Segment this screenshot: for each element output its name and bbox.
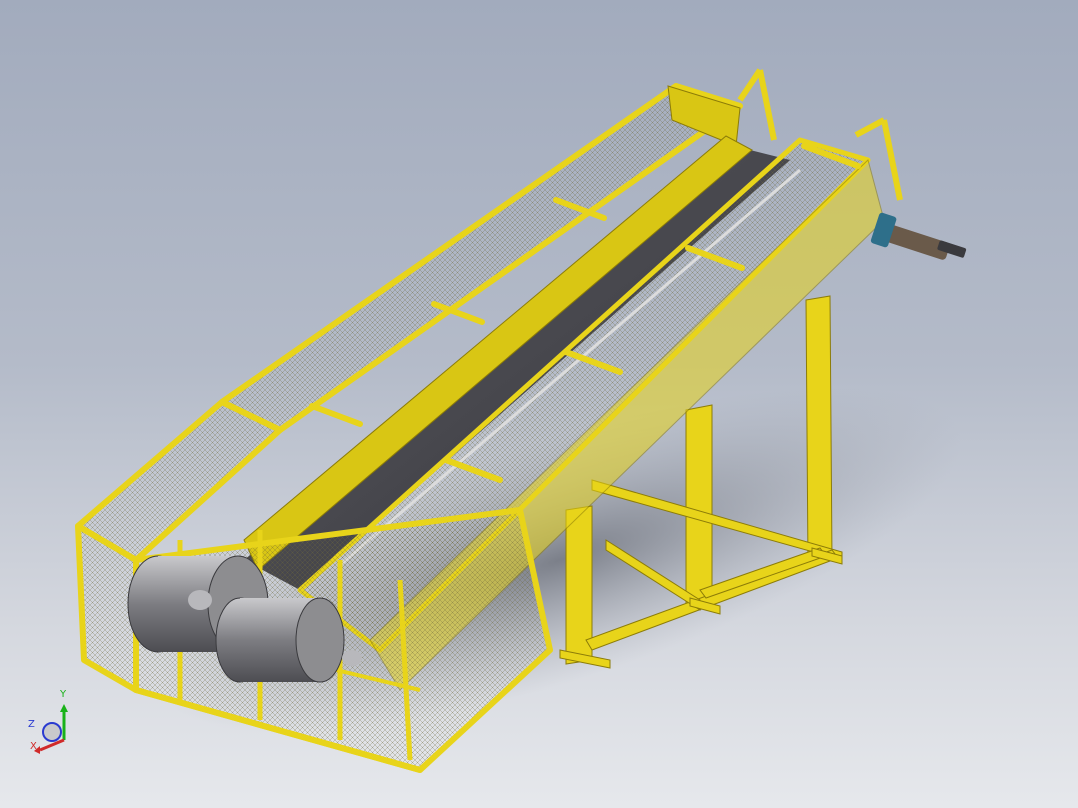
triad-y-arrow bbox=[60, 704, 68, 712]
coordinate-triad: Y Z X bbox=[22, 688, 82, 758]
conveyor-model[interactable] bbox=[0, 0, 1078, 808]
3d-viewport[interactable]: Y Z X bbox=[0, 0, 1078, 808]
drive-shaft bbox=[870, 212, 967, 260]
triad-x-label: X bbox=[30, 741, 37, 752]
triad-y-label: Y bbox=[60, 689, 67, 700]
triad-z-label: Z bbox=[28, 719, 35, 730]
triad-z-origin bbox=[42, 722, 62, 742]
